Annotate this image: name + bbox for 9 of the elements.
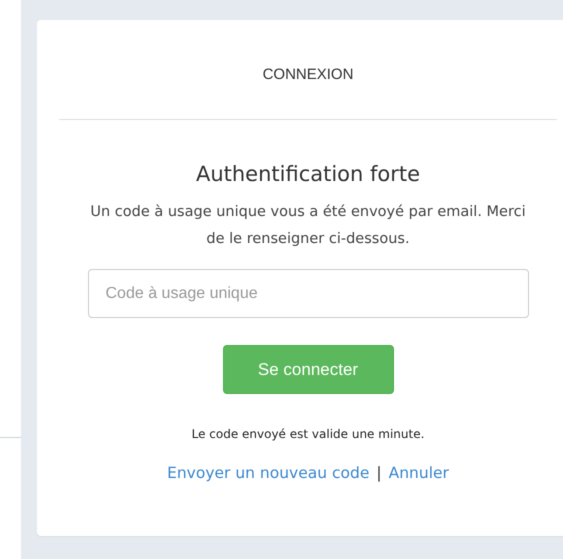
link-separator: |	[376, 464, 382, 482]
connect-button[interactable]: Se connecter	[222, 345, 394, 394]
code-input-field[interactable]: Code à usage unique	[88, 269, 528, 318]
cancel-link[interactable]: Annuler	[388, 464, 449, 482]
description-text: Un code à usage unique vous a été envoyé par email. Merci de le renseigner ci-dessous.	[89, 203, 527, 249]
validity-note: Le code envoyé est valide une minute.	[192, 427, 424, 441]
resend-code-link[interactable]: Envoyer un nouveau code	[167, 464, 370, 482]
card-header: CONNEXION	[262, 66, 354, 84]
card-title: Authentification forte	[196, 161, 420, 188]
